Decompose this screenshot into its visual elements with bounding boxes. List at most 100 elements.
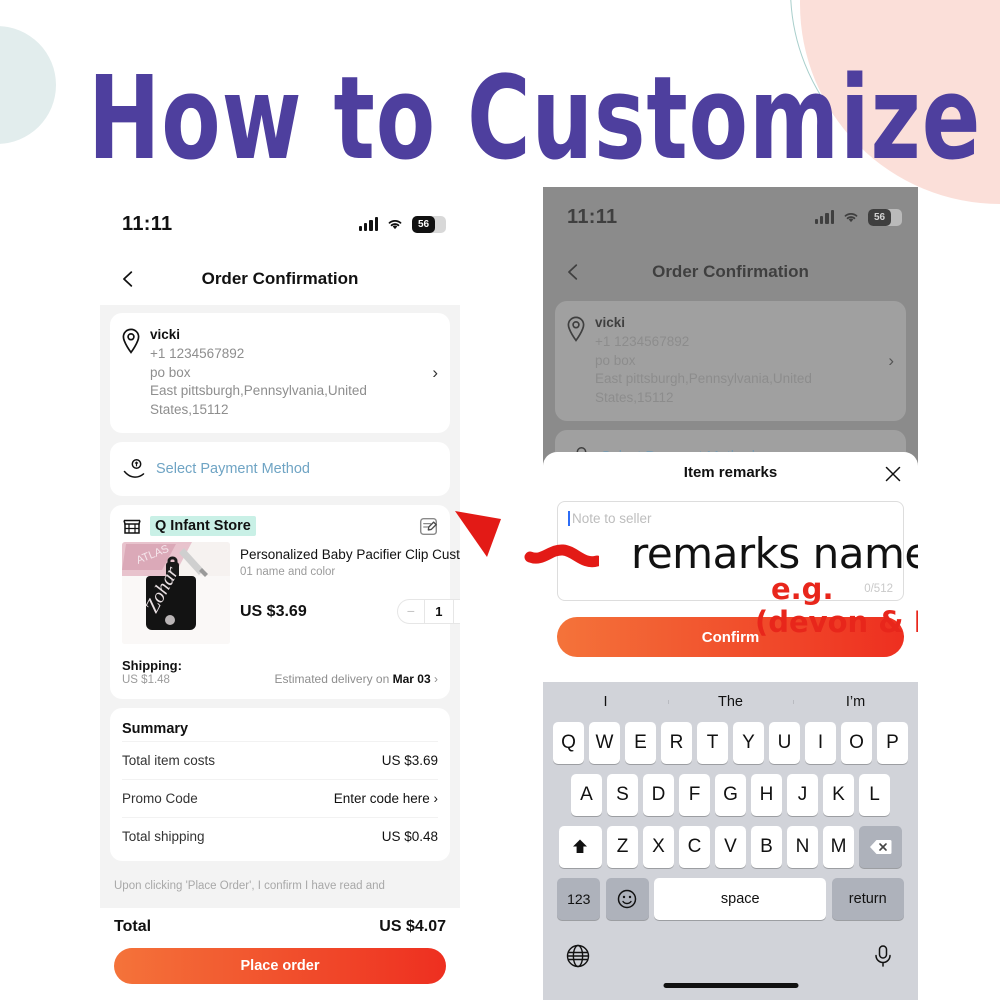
keyboard-row-1: Q W E R T Y U I O P [546, 722, 915, 764]
key-m[interactable]: M [823, 826, 854, 868]
address-line2: East pittsburgh,Pennsylvania,United [150, 383, 367, 398]
address-line1: po box [150, 364, 191, 380]
payment-method-row[interactable]: Select Payment Method [110, 442, 450, 496]
key-f[interactable]: F [679, 774, 710, 816]
page-title: How to Customize [88, 52, 982, 186]
payment-method-label: Select Payment Method [156, 461, 310, 477]
key-a[interactable]: A [571, 774, 602, 816]
payment-hand-icon [123, 459, 145, 478]
key-y[interactable]: Y [733, 722, 764, 764]
key-p[interactable]: P [877, 722, 908, 764]
key-u[interactable]: U [769, 722, 800, 764]
summary-value: US $0.48 [381, 829, 438, 844]
shift-icon[interactable] [558, 826, 602, 868]
keyboard-row-3: Z X C V B N M [546, 826, 915, 868]
signal-bars-icon [358, 217, 378, 231]
back-arrow-icon[interactable] [118, 268, 140, 290]
address-card[interactable]: vicki +1 1234567892 po box East pittsbur… [555, 301, 906, 421]
address-card[interactable]: vicki +1 1234567892 po box East pittsbur… [110, 313, 450, 433]
globe-icon[interactable] [565, 943, 591, 969]
modal-title: Item remarks [683, 464, 778, 481]
status-bar: 11:11 56 [543, 187, 918, 247]
return-key[interactable]: return [831, 878, 904, 920]
key-q[interactable]: Q [553, 722, 584, 764]
key-d[interactable]: D [643, 774, 674, 816]
nav-title: Order Confirmation [201, 269, 359, 288]
left-phone-screen: 11:11 56 Order Confirmation vicki +1 123… [100, 195, 460, 1000]
address-line3: States,15112 [595, 389, 674, 405]
battery-level: 56 [868, 208, 891, 226]
chevron-right-icon[interactable]: › [878, 351, 894, 371]
summary-label: Promo Code [122, 791, 198, 806]
address-phone: +1 1234567892 [595, 334, 690, 349]
storefront-icon [123, 519, 141, 534]
space-key[interactable]: space [654, 878, 827, 920]
key-b[interactable]: B [751, 826, 782, 868]
status-clock: 11:11 [122, 212, 173, 235]
status-clock: 11:11 [567, 205, 618, 228]
product-title: Personalized Baby Pacifier Clip Custo… [240, 547, 460, 562]
annotation-eg: e.g. [771, 572, 834, 606]
backspace-icon[interactable] [859, 826, 903, 868]
annotation-remarks-name: remarks name [631, 529, 918, 578]
emoji-icon[interactable] [605, 878, 649, 920]
summary-value: US $3.69 [381, 753, 438, 768]
character-counter: 0/512 [864, 583, 893, 595]
product-price: US $3.69 [240, 602, 307, 620]
key-k[interactable]: K [823, 774, 854, 816]
key-l[interactable]: L [859, 774, 890, 816]
shipping-row[interactable]: Shipping: US $1.48 Estimated delivery on… [110, 652, 450, 699]
table-row[interactable]: Promo Code Enter code here › [122, 779, 438, 817]
chevron-right-icon[interactable]: › [434, 672, 438, 686]
remarks-input[interactable]: Note to seller 0/512 remarks name e.g. (… [557, 501, 918, 639]
product-row[interactable]: ATLAS Zohar Personalized Baby Pacifier C… [110, 542, 460, 652]
chevron-right-icon[interactable]: › [422, 363, 438, 383]
promo-code-value[interactable]: Enter code here › [334, 791, 438, 806]
quantity-plus-button[interactable]: + [454, 600, 460, 623]
address-name: vicki [150, 327, 181, 342]
key-i[interactable]: I [805, 722, 836, 764]
key-h[interactable]: H [751, 774, 782, 816]
order-footer: Total US $4.07 Place order [100, 908, 460, 1000]
poster-canvas: How to Customize 11:11 56 Order Confirma… [0, 0, 1000, 1000]
key-n[interactable]: N [787, 826, 818, 868]
quantity-stepper[interactable]: − 1 + [396, 599, 460, 624]
prediction-item[interactable]: I’m [793, 694, 918, 710]
summary-card: Summary Total item costs US $3.69 Promo … [110, 708, 450, 861]
key-o[interactable]: O [841, 722, 872, 764]
back-arrow-icon[interactable] [563, 261, 585, 283]
key-t[interactable]: T [697, 722, 728, 764]
estimated-delivery-label: Estimated delivery on [274, 672, 390, 686]
estimated-delivery-date: Mar 03 [392, 672, 431, 686]
status-icons: 56 [358, 215, 446, 233]
key-x[interactable]: X [643, 826, 674, 868]
store-header[interactable]: Q Infant Store [110, 505, 450, 542]
place-order-button[interactable]: Place order [114, 948, 446, 984]
table-row: Total item costs US $3.69 [122, 741, 438, 779]
product-image: ATLAS Zohar [122, 542, 230, 644]
store-name: Q Infant Store [150, 516, 256, 536]
prediction-item[interactable]: I [543, 694, 668, 710]
close-icon[interactable] [884, 465, 902, 483]
battery-level: 56 [412, 215, 435, 233]
annotation-example: (devon & BU) [755, 605, 918, 639]
prediction-item[interactable]: The [668, 694, 793, 710]
nav-title: Order Confirmation [652, 262, 809, 281]
key-s[interactable]: S [607, 774, 638, 816]
key-r[interactable]: R [661, 722, 692, 764]
key-g[interactable]: G [715, 774, 746, 816]
key-w[interactable]: W [589, 722, 620, 764]
microphone-icon[interactable] [870, 943, 896, 969]
key-v[interactable]: V [715, 826, 746, 868]
numbers-key[interactable]: 123 [557, 878, 601, 920]
location-pin-icon [567, 316, 585, 342]
quantity-minus-button[interactable]: − [398, 600, 424, 623]
status-bar: 11:11 56 [100, 195, 460, 253]
edit-note-icon[interactable] [419, 517, 438, 536]
key-e[interactable]: E [625, 722, 656, 764]
key-c[interactable]: C [679, 826, 710, 868]
key-j[interactable]: J [787, 774, 818, 816]
keyboard-row-2: A S D F G H J K L [546, 774, 915, 816]
home-indicator [663, 983, 798, 988]
key-z[interactable]: Z [607, 826, 638, 868]
